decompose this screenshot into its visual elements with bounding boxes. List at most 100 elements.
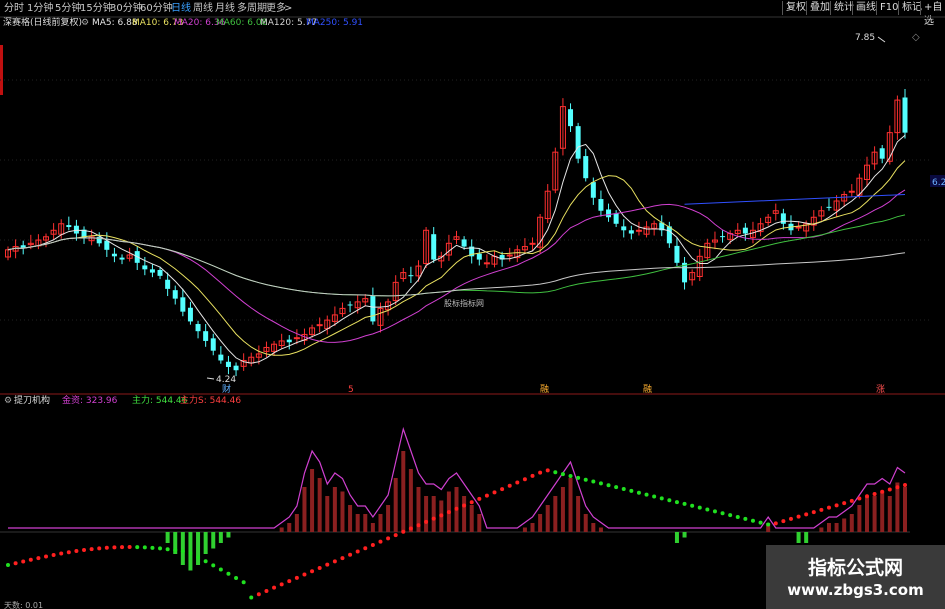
candle-down <box>780 213 786 224</box>
main-force-s-dot <box>211 563 216 568</box>
main-force-s-dot <box>82 547 87 552</box>
candle-down <box>172 290 178 299</box>
candle-down <box>225 361 231 367</box>
candle-down <box>203 331 209 341</box>
main-force-s-dot <box>842 501 847 506</box>
main-force-s-dot <box>864 494 869 499</box>
main-force-s-dot <box>165 547 170 552</box>
main-force-s-dot <box>492 490 497 495</box>
main-force-s-dot <box>279 582 284 587</box>
main-force-bar <box>370 523 375 532</box>
main-force-s-dot <box>6 563 10 567</box>
main-force-s-dot <box>788 516 793 521</box>
diamond-icon: ◇ <box>912 32 920 43</box>
candle-down <box>606 209 612 218</box>
main-force-bar <box>431 496 436 532</box>
main-force-s-dot <box>872 492 877 497</box>
event-marker: 财 <box>222 383 231 395</box>
main-force-s-dot <box>477 496 482 501</box>
main-force-s-dot <box>180 549 185 554</box>
main-force-s-dot <box>340 556 345 561</box>
main-force-s-dot <box>256 592 261 597</box>
main-force-bar <box>804 532 809 543</box>
candle-down <box>73 225 79 234</box>
main-force-s-dot <box>507 483 512 488</box>
main-force-s-dot <box>750 518 755 523</box>
candle-down <box>195 324 201 332</box>
main-force-s-dot <box>766 522 771 527</box>
main-force-s-dot <box>735 514 740 519</box>
main-force-s-dot <box>903 483 907 487</box>
main-force-bar <box>819 527 824 532</box>
event-marker: 涨 <box>876 384 885 395</box>
main-force-s-dot <box>44 554 49 559</box>
main-force-bar <box>378 514 383 532</box>
main-force-s-dot <box>781 519 786 524</box>
main-force-s-dot <box>583 477 588 482</box>
candle-down <box>104 240 110 250</box>
center-watermark: 股标指标网 <box>444 299 484 308</box>
main-force-bar <box>218 532 223 543</box>
main-force-s-dot <box>21 559 26 564</box>
main-force-s-dot <box>826 505 831 510</box>
main-force-s-dot <box>424 519 429 524</box>
candle-down <box>720 236 726 238</box>
main-force-s-dot <box>66 550 71 555</box>
main-force-s-dot <box>310 569 315 574</box>
main-force-s-dot <box>576 475 581 480</box>
main-force-s-dot <box>804 512 809 517</box>
main-force-s-dot <box>28 557 33 562</box>
main-force-s-dot <box>484 493 489 498</box>
main-force-s-dot <box>530 473 535 478</box>
main-force-s-dot <box>196 555 201 560</box>
candle-up <box>483 262 490 265</box>
main-force-s-dot <box>127 545 132 550</box>
candle-up <box>293 337 300 340</box>
main-force-s-dot <box>150 545 155 550</box>
main-force-bar <box>887 496 892 532</box>
main-force-s-dot <box>51 552 56 557</box>
candle-down <box>210 338 216 351</box>
candle-down <box>408 275 414 277</box>
candle-up <box>635 229 642 232</box>
main-force-bar <box>857 505 862 532</box>
main-force-bar <box>332 487 337 532</box>
main-force-bar <box>408 469 413 532</box>
main-force-bar <box>469 505 474 532</box>
main-force-s-dot <box>416 523 421 528</box>
main-force-bar <box>834 523 839 532</box>
main-force-s-dot <box>272 585 277 590</box>
main-force-s-dot <box>97 546 102 551</box>
main-force-s-dot <box>454 506 459 511</box>
main-force-bar <box>386 505 391 532</box>
main-force-bar <box>583 514 588 532</box>
candle-down <box>902 97 908 133</box>
left-marker <box>0 45 3 95</box>
main-force-s-dot <box>614 485 619 490</box>
main-force-bar <box>568 478 573 532</box>
main-force-s-dot <box>705 507 710 512</box>
candle-down <box>598 199 604 211</box>
candle-down <box>621 226 627 231</box>
candle-down <box>575 126 581 159</box>
main-force-s-dot <box>431 516 436 521</box>
main-force-s-dot <box>386 536 391 541</box>
price-tag: 6.2 <box>932 178 945 188</box>
candle-down <box>628 230 634 234</box>
main-force-s-dot <box>393 533 398 538</box>
main-force-bar <box>165 532 170 543</box>
candle-down <box>613 213 619 224</box>
main-force-s-dot <box>560 472 565 477</box>
price-high-label: 7.85 <box>855 33 875 43</box>
main-force-bar <box>530 523 535 532</box>
main-force-s-dot <box>598 481 603 486</box>
main-force-s-dot <box>758 520 763 525</box>
main-force-bar <box>203 532 208 554</box>
main-force-s-dot <box>120 545 125 550</box>
main-force-bar <box>796 532 801 543</box>
event-marker: 融 <box>643 384 652 395</box>
main-force-s-dot <box>325 562 330 567</box>
main-force-s-dot <box>317 565 322 570</box>
candle-down <box>218 354 224 361</box>
main-force-bar <box>226 532 231 538</box>
